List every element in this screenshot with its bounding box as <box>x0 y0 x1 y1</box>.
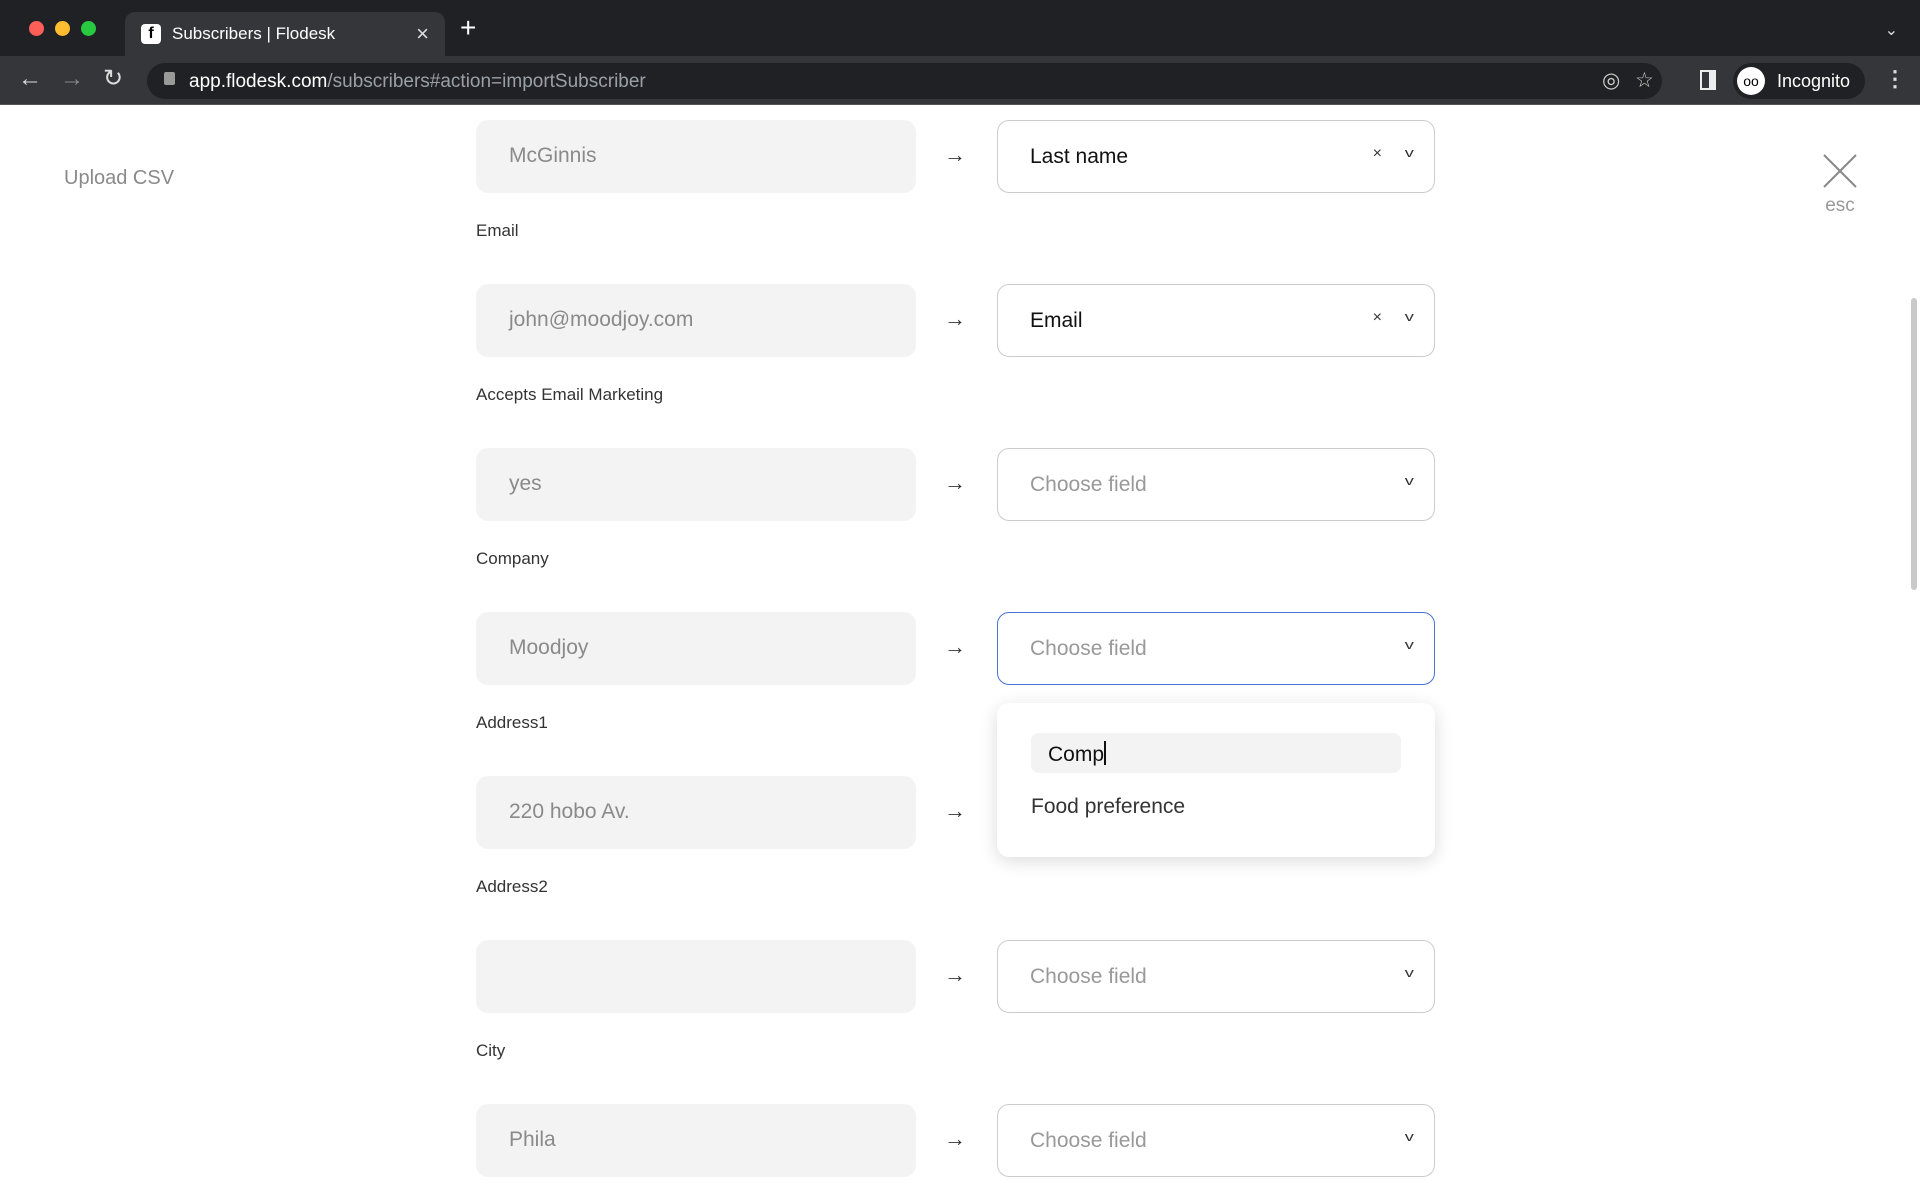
chevron-down-icon: v <box>1404 145 1414 160</box>
more-menu-icon[interactable]: ⋮ <box>1884 66 1906 92</box>
url-host: app.flodesk.com <box>189 71 328 92</box>
side-panel-icon[interactable] <box>1700 70 1716 90</box>
clear-icon[interactable]: × <box>1373 145 1382 163</box>
url-path: /subscribers#action=importSubscriber <box>327 71 646 92</box>
flodesk-favicon-icon: f <box>141 24 161 44</box>
csv-sample-value: yes <box>476 448 916 521</box>
field-select[interactable]: Choose field v <box>997 448 1435 521</box>
lock-icon <box>164 72 175 85</box>
csv-sample-value: john@moodjoy.com <box>476 284 916 357</box>
csv-sample-value <box>476 940 916 1013</box>
field-select[interactable]: Last name × v <box>997 120 1435 193</box>
arrow-right-icon: → <box>944 306 966 331</box>
column-label: City <box>476 1041 506 1060</box>
field-select-value: Choose field <box>1030 1129 1147 1152</box>
chevron-down-icon: v <box>1404 473 1414 488</box>
dropdown-option[interactable]: Food preference <box>1031 795 1185 819</box>
field-search-input[interactable]: Comp <box>1031 733 1401 773</box>
profile-button[interactable]: oo Incognito <box>1733 63 1865 99</box>
search-value: Comp <box>1048 743 1105 766</box>
profile-label: Incognito <box>1777 71 1851 91</box>
browser-tab-bar: f Subscribers | Flodesk × + ⌄ <box>0 0 1920 56</box>
eye-slash-icon[interactable]: ◎ <box>1602 68 1620 93</box>
field-dropdown: Comp Food preference <box>997 703 1435 857</box>
minimize-window-button[interactable] <box>55 21 70 36</box>
address-bar[interactable]: app.flodesk.com/subscribers#action=impor… <box>147 63 1662 99</box>
close-tab-icon[interactable]: × <box>416 21 429 47</box>
field-select[interactable]: Choose field v <box>997 1104 1435 1177</box>
column-label: Email <box>476 221 519 240</box>
arrow-right-icon: → <box>944 798 966 823</box>
text-caret <box>1104 741 1106 765</box>
field-select-value: Email <box>1030 309 1083 332</box>
reload-icon[interactable]: ↻ <box>103 66 123 92</box>
arrow-right-icon: → <box>944 1126 966 1151</box>
csv-sample-value: McGinnis <box>476 120 916 193</box>
chevron-down-icon: v <box>1404 1129 1414 1144</box>
back-icon[interactable]: ← <box>18 66 42 92</box>
field-select-value: Last name <box>1030 145 1129 168</box>
arrow-right-icon: → <box>944 962 966 987</box>
csv-sample-value: 220 hobo Av. <box>476 776 916 849</box>
csv-sample-value: Moodjoy <box>476 612 916 685</box>
arrow-right-icon: → <box>944 142 966 167</box>
new-tab-icon[interactable]: + <box>460 14 476 42</box>
browser-toolbar: ← → ↻ app.flodesk.com/subscribers#action… <box>0 56 1920 105</box>
esc-hint: esc <box>1825 195 1855 216</box>
incognito-icon: oo <box>1737 67 1765 95</box>
arrow-right-icon: → <box>944 634 966 659</box>
column-label: Company <box>476 549 549 568</box>
bookmark-star-icon[interactable]: ☆ <box>1635 68 1654 93</box>
scrollbar[interactable] <box>1911 298 1917 590</box>
close-window-button[interactable] <box>29 21 44 36</box>
column-label: Accepts Email Marketing <box>476 385 664 404</box>
field-select[interactable]: Email × v <box>997 284 1435 357</box>
field-select-value: Choose field <box>1030 637 1147 660</box>
tab-title: Subscribers | Flodesk <box>172 24 336 43</box>
chevron-down-icon: v <box>1404 637 1414 652</box>
upload-csv-step[interactable]: Upload CSV <box>64 167 174 190</box>
chevron-down-icon: v <box>1404 309 1414 324</box>
clear-icon[interactable]: × <box>1373 309 1382 327</box>
column-label: Address2 <box>476 877 548 896</box>
close-icon[interactable] <box>1822 153 1858 189</box>
csv-sample-value: Phila <box>476 1104 916 1177</box>
field-select[interactable]: Choose field v <box>997 612 1435 685</box>
column-label: Address1 <box>476 713 548 732</box>
maximize-window-button[interactable] <box>81 21 96 36</box>
forward-icon[interactable]: → <box>60 66 84 92</box>
field-select[interactable]: Choose field v <box>997 940 1435 1013</box>
url-text: app.flodesk.com/subscribers#action=impor… <box>189 71 646 93</box>
chevron-down-icon: v <box>1404 965 1414 980</box>
field-select-value: Choose field <box>1030 473 1147 496</box>
browser-tab[interactable]: f Subscribers | Flodesk × <box>125 12 445 56</box>
field-select-value: Choose field <box>1030 965 1147 988</box>
arrow-right-icon: → <box>944 470 966 495</box>
tab-search-chevron-icon[interactable]: ⌄ <box>1885 20 1898 40</box>
